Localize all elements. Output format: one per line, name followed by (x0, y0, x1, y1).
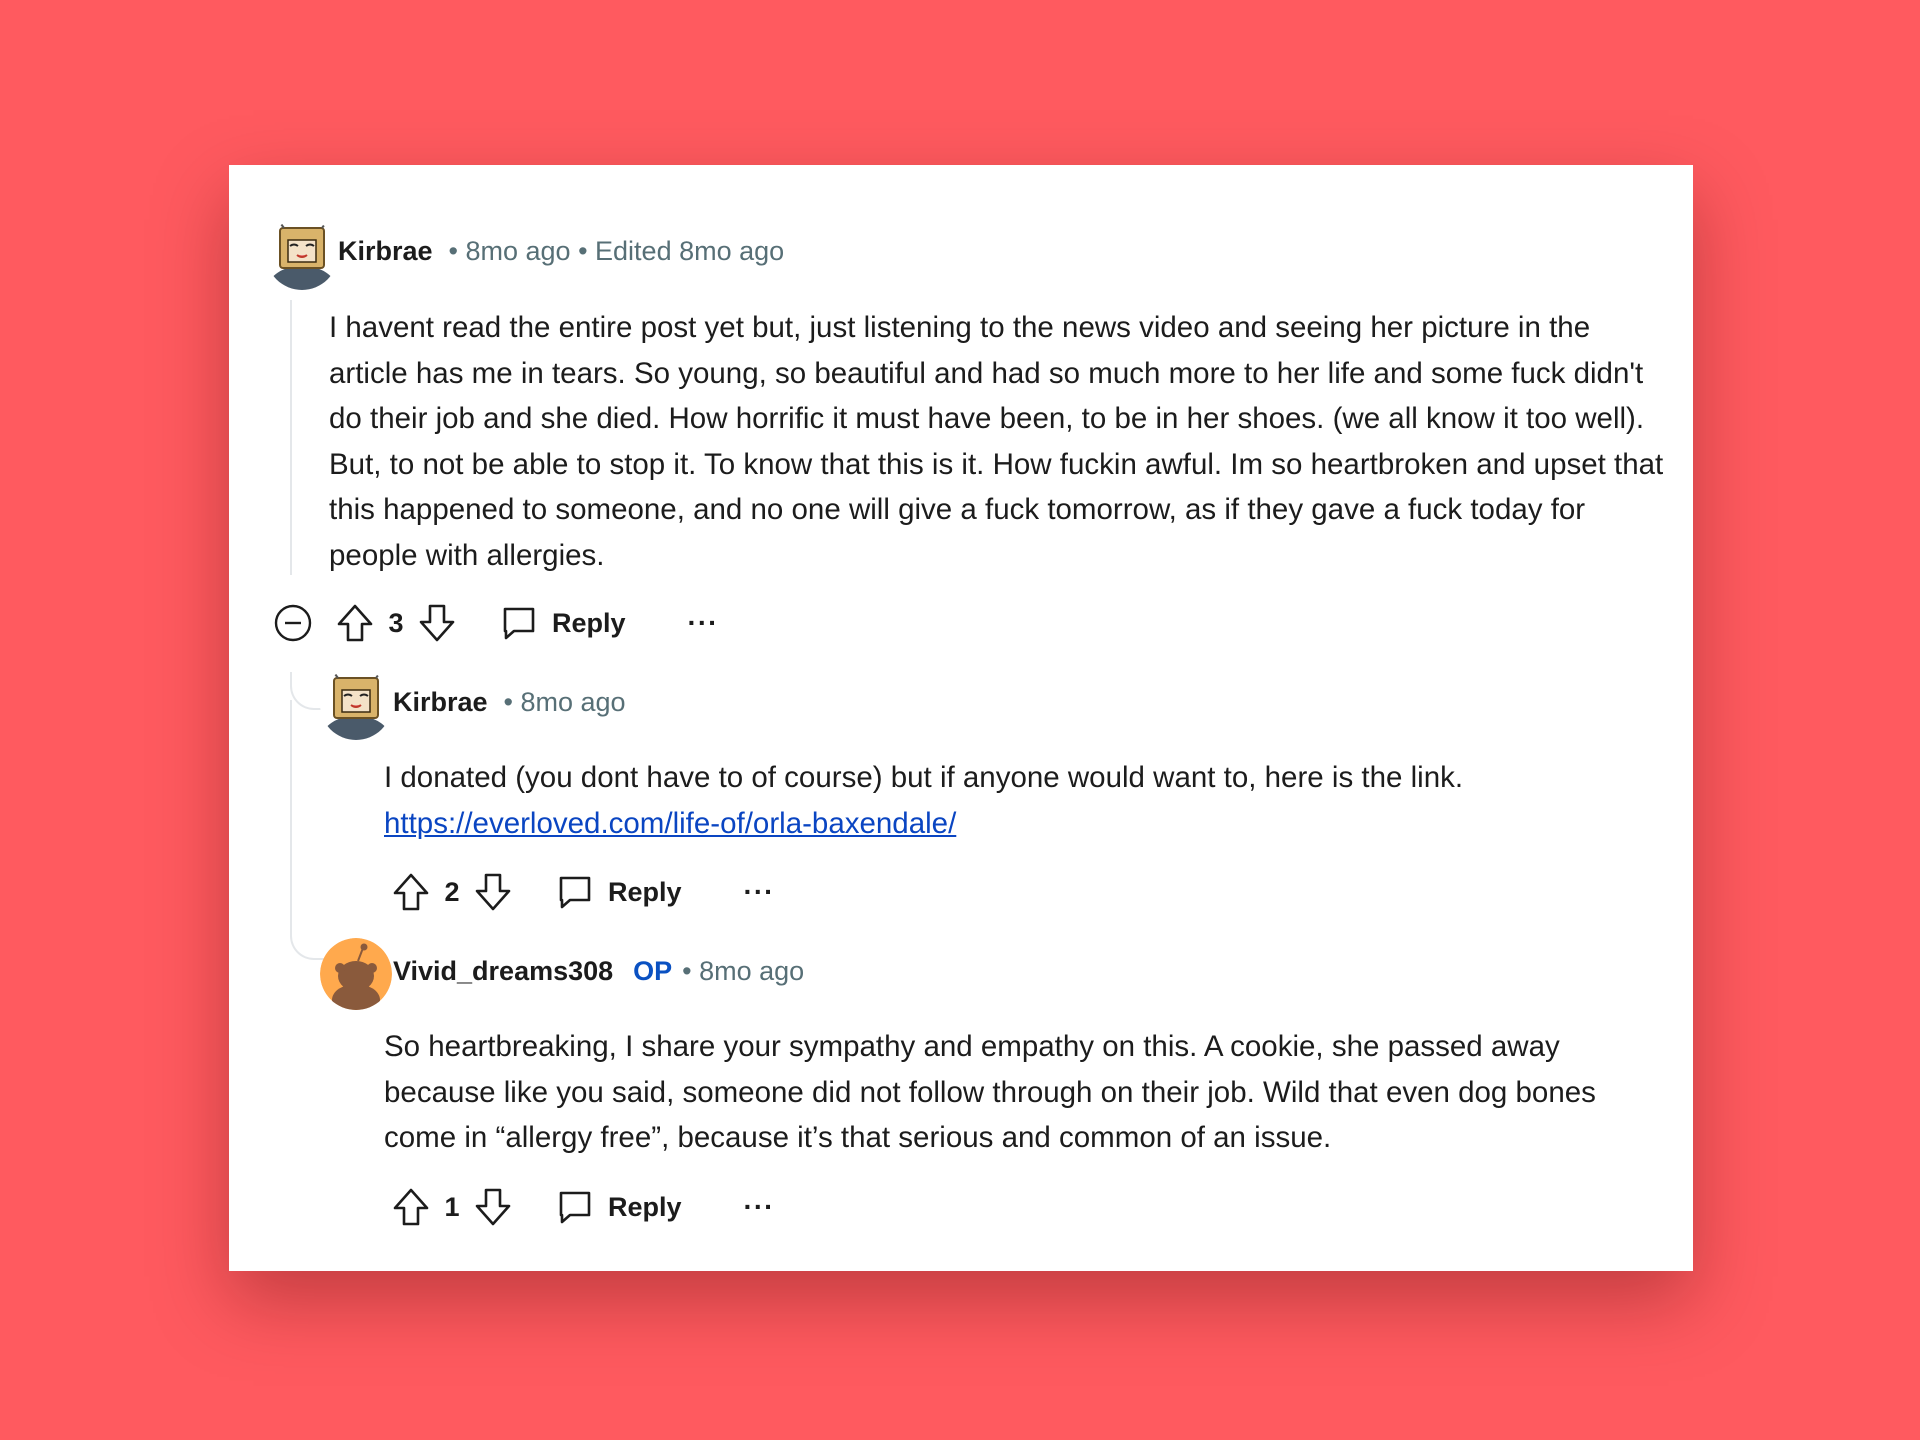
reply-label: Reply (608, 1191, 682, 1222)
comment-actions: 3 Reply ··· (274, 601, 719, 645)
author-name[interactable]: Vivid_dreams308 (393, 956, 613, 987)
upvote-icon[interactable] (392, 872, 430, 912)
author-name[interactable]: Kirbrae (393, 687, 488, 718)
vote-score: 2 (444, 876, 460, 907)
thread-branch-line (290, 700, 326, 960)
comment-meta: Kirbrae • 8mo ago (393, 687, 626, 718)
author-name[interactable]: Kirbrae (338, 236, 433, 267)
op-badge: OP (633, 956, 673, 986)
avatar-kirbrae[interactable] (320, 668, 392, 740)
comment-body: I donated (you dont have to of course) b… (384, 755, 1664, 846)
collapse-icon[interactable] (274, 604, 312, 642)
reply-label: Reply (608, 876, 682, 907)
avatar-kirbrae[interactable] (266, 218, 338, 290)
more-options-button[interactable]: ··· (688, 607, 719, 639)
comment-actions: 1 Reply ··· (392, 1185, 775, 1229)
comment-actions: 2 Reply ··· (392, 870, 775, 914)
downvote-icon[interactable] (474, 872, 512, 912)
comment-text: I donated (you dont have to of course) b… (384, 761, 1464, 794)
reply-button[interactable]: Reply (500, 604, 626, 642)
comment-meta: Kirbrae • 8mo ago • Edited 8mo ago (338, 236, 784, 267)
avatar-vivid-dreams308[interactable] (320, 938, 392, 1010)
more-options-button[interactable]: ··· (744, 1191, 775, 1223)
reply-label: Reply (552, 607, 626, 638)
upvote-icon[interactable] (336, 603, 374, 643)
timestamp: • 8mo ago (682, 956, 805, 986)
thread-line (290, 300, 292, 575)
comment-body: I havent read the entire post yet but, j… (329, 311, 1664, 572)
vote-score: 3 (388, 607, 404, 638)
donation-link[interactable]: https://everloved.com/life-of/orla-baxen… (384, 807, 956, 840)
timestamp: • 8mo ago • Edited 8mo ago (448, 236, 785, 266)
reply-button[interactable]: Reply (556, 873, 682, 911)
more-options-button[interactable]: ··· (744, 876, 775, 908)
vote-score: 1 (444, 1191, 460, 1222)
comment-meta: Vivid_dreams308 OP • 8mo ago (393, 956, 804, 987)
reply-button[interactable]: Reply (556, 1188, 682, 1226)
upvote-icon[interactable] (392, 1187, 430, 1227)
comment-body: So heartbreaking, I share your sympathy … (384, 1030, 1596, 1154)
downvote-icon[interactable] (474, 1187, 512, 1227)
timestamp: • 8mo ago (503, 687, 626, 717)
downvote-icon[interactable] (418, 603, 456, 643)
